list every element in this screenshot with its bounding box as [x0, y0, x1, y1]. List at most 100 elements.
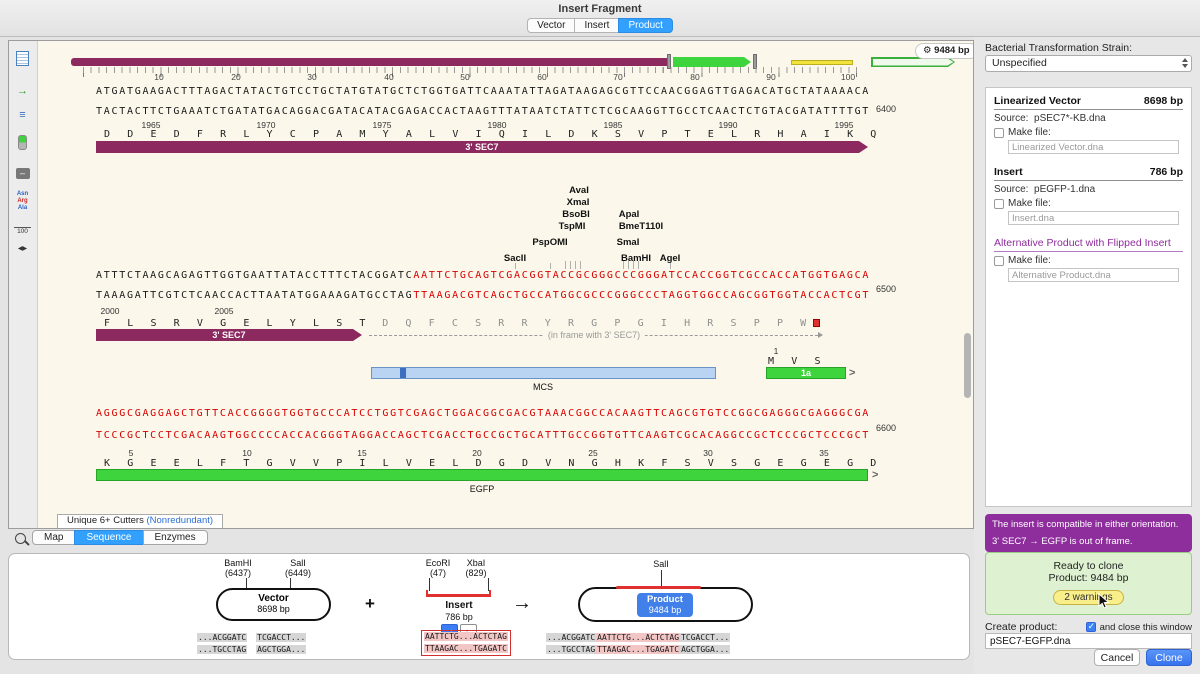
- overview-insert-arrow[interactable]: [673, 57, 751, 67]
- vertical-scrollbar[interactable]: [964, 43, 972, 526]
- alignment-lines-icon[interactable]: ≡: [12, 107, 33, 125]
- create-product-label: Create product:: [985, 621, 1057, 633]
- result-arrow: →: [512, 592, 532, 615]
- numbering-icon[interactable]: 100: [12, 223, 33, 241]
- egfp-cds-feature[interactable]: [96, 469, 868, 481]
- vector-plasmid[interactable]: Vector 8698 bp: [216, 588, 331, 621]
- collapse-icon[interactable]: –: [12, 165, 33, 183]
- insert-header: Insert786 bp: [994, 166, 1183, 181]
- enzyme-label[interactable]: AvaI: [569, 185, 589, 196]
- cutters-tab[interactable]: Unique 6+ Cutters (Nonredundant): [57, 514, 223, 528]
- dna-top-strand: ATGATGAAGACTTTAGACTATACTGTCCTGCTATGTATGC…: [96, 86, 870, 97]
- insert-name: Insert: [445, 601, 472, 611]
- dropdown-arrows-icon: [1182, 58, 1188, 68]
- close-window-checkbox[interactable]: [1086, 622, 1096, 632]
- dna-top-strand: ATTTCTAAGCAGAGTTGGTGAATTATACCTTTCTACGGAT…: [96, 270, 870, 281]
- alternative-filename-input[interactable]: [1008, 268, 1179, 282]
- map-sequence-enzymes-control: Map Sequence Enzymes: [32, 530, 208, 545]
- tab-product[interactable]: Product: [618, 18, 672, 33]
- warnings-button[interactable]: 2 warnings: [1053, 590, 1123, 605]
- strand-arrows-icon[interactable]: ◀▶: [12, 241, 33, 259]
- make-file-checkbox[interactable]: [994, 199, 1004, 209]
- sequence-canvas: 10 20 30 40 50 60 70 80 90 100 ⚙ 9484 bp…: [37, 41, 973, 528]
- search-icon[interactable]: [15, 533, 26, 544]
- ruler-number: 70: [613, 72, 622, 82]
- cds-feature-sec7[interactable]: 3' SEC7: [96, 141, 868, 153]
- insert-filename-input[interactable]: [1008, 211, 1179, 225]
- tab-vector[interactable]: Vector: [527, 18, 575, 33]
- product-insert-segment: [616, 586, 701, 590]
- residue-number: 35: [819, 448, 828, 458]
- vector-site2-label: SalI(6449): [285, 558, 311, 578]
- enzyme-label[interactable]: BmeT110I: [619, 221, 663, 232]
- orientation-notice: The insert is compatible in either orien…: [985, 514, 1192, 552]
- scrollbar-thumb[interactable]: [964, 333, 971, 398]
- linearized-make-file-row: Make file:: [994, 127, 1183, 138]
- sequence-position-label: 6600: [876, 423, 896, 433]
- enzyme-label[interactable]: BsoBI: [562, 209, 589, 220]
- plus-operator: +: [365, 594, 375, 614]
- dialog-header: Insert Fragment Vector Insert Product: [0, 0, 1200, 37]
- amino-acid-style-icon[interactable]: Asn Arg Ala: [12, 191, 33, 215]
- dialog-title: Insert Fragment: [0, 0, 1200, 15]
- create-product-row: Create product: and close this window: [985, 621, 1192, 633]
- clone-options-sidebar: Bacterial Transformation Strain: Unspeci…: [974, 37, 1200, 674]
- product-site-label: SalI: [653, 559, 669, 569]
- alternative-make-file-row: Make file:: [994, 255, 1183, 266]
- view-map-button[interactable]: Map: [32, 530, 75, 545]
- egfp-translation-start: M V S: [768, 356, 822, 367]
- mcs-label: MCS: [533, 382, 553, 392]
- translation-row: D D E D F R L Y C P A M Y A L V I Q I L …: [104, 129, 878, 140]
- insert-site1-label: EcoRI(47): [426, 558, 451, 578]
- insert-fragment-line[interactable]: [426, 594, 491, 597]
- cancel-button[interactable]: Cancel: [1094, 649, 1140, 666]
- make-file-checkbox[interactable]: [994, 256, 1004, 266]
- overview-marker-bar[interactable]: [791, 60, 853, 65]
- sequence-position-label: 6500: [876, 284, 896, 294]
- ruler-number: 90: [766, 72, 775, 82]
- dna-bottom-strand: TACTACTTCTGAAATCTGATATGACAGGACGATACATACG…: [96, 106, 870, 117]
- translation-tube-icon[interactable]: [12, 133, 33, 151]
- residue-number: 15: [357, 448, 366, 458]
- residue-number: 10: [242, 448, 251, 458]
- enzyme-label[interactable]: SmaI: [617, 237, 640, 248]
- feature-continues-chevron: >: [872, 469, 878, 481]
- insert-source: Source: pEGFP-1.dna: [994, 184, 1183, 195]
- stop-codon-marker: [813, 319, 820, 327]
- insert-site2-label: XbaI(829): [465, 558, 486, 578]
- mcs-feature[interactable]: [371, 367, 716, 379]
- enzyme-label[interactable]: ApaI: [619, 209, 640, 220]
- strain-dropdown[interactable]: Unspecified: [985, 55, 1192, 72]
- tab-insert[interactable]: Insert: [574, 18, 619, 33]
- enzyme-label[interactable]: XmaI: [567, 197, 590, 208]
- enzyme-label[interactable]: TspMI: [559, 221, 586, 232]
- linearized-vector-header: Linearized Vector8698 bp: [994, 95, 1183, 110]
- ruler-number: 80: [690, 72, 699, 82]
- dashed-arrowhead-icon: [818, 332, 823, 338]
- copy-sequence-icon[interactable]: [12, 49, 33, 67]
- linearized-vector-source: Source: pSEC7*-KB.dna: [994, 113, 1183, 124]
- ruler-number: 50: [460, 72, 469, 82]
- view-enzymes-button[interactable]: Enzymes: [143, 530, 208, 545]
- view-sequence-button[interactable]: Sequence: [74, 530, 143, 545]
- overview-sec7-bar[interactable]: [71, 58, 671, 66]
- ruler-number: 20: [231, 72, 240, 82]
- go-to-arrow-icon[interactable]: →: [12, 83, 33, 101]
- strain-label: Bacterial Transformation Strain:: [985, 42, 1132, 54]
- clone-button[interactable]: Clone: [1146, 649, 1192, 666]
- cds-feature-sec7-end[interactable]: 3' SEC7: [96, 329, 362, 341]
- mouse-cursor: [1098, 593, 1110, 610]
- residue-number: 25: [588, 448, 597, 458]
- enzyme-label[interactable]: BamHI: [621, 253, 651, 264]
- translation-row: F L S R V G E L Y L S TD Q F C S R R Y R…: [104, 318, 808, 329]
- nonredundant-link[interactable]: (Nonredundant): [146, 515, 213, 526]
- linearized-filename-input[interactable]: [1008, 140, 1179, 154]
- make-file-checkbox[interactable]: [994, 128, 1004, 138]
- enzyme-label[interactable]: PspOMI: [532, 237, 567, 248]
- egfp-exon-feature[interactable]: 1a: [766, 367, 846, 379]
- view-switcher-row: Map Sequence Enzymes: [8, 530, 974, 548]
- feature-continues-chevron: >: [849, 367, 855, 379]
- residue-number: 1: [774, 346, 779, 356]
- sequence-toolbar: → ≡ – Asn Arg Ala 100 ◀▶: [9, 41, 38, 528]
- product-filename-input[interactable]: [985, 633, 1192, 649]
